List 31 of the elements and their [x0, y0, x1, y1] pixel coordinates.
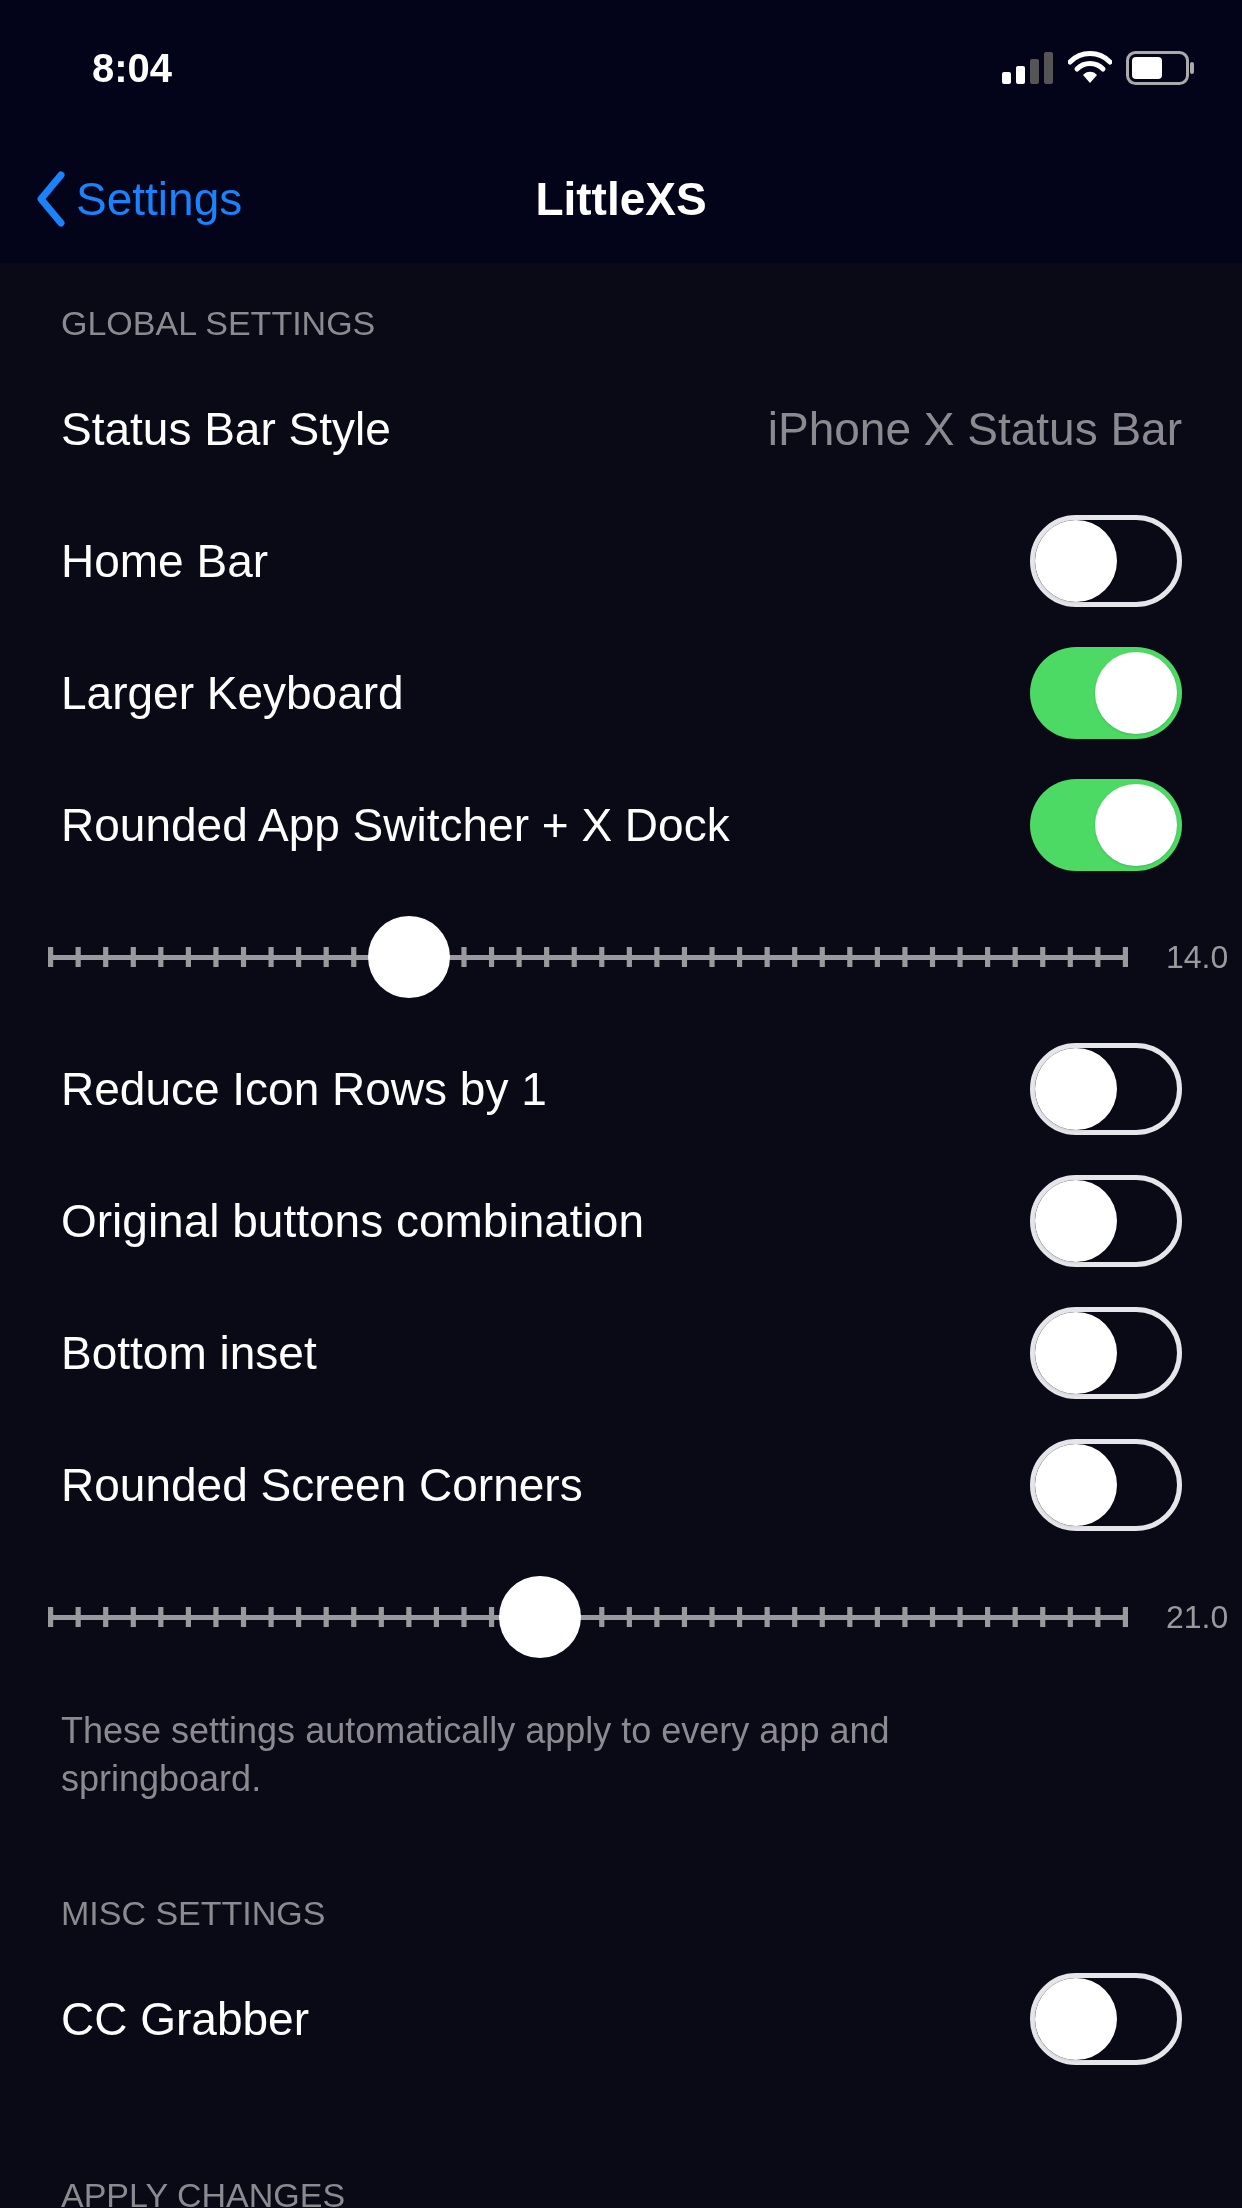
row-label: Larger Keyboard — [61, 665, 404, 721]
settings-row[interactable]: Status Bar Style iPhone X Status Bar — [0, 363, 1242, 495]
status-time: 8:04 — [92, 44, 173, 92]
row-label: Home Bar — [61, 533, 269, 589]
toggle-switch[interactable] — [1030, 515, 1182, 607]
battery-icon — [1126, 50, 1196, 85]
chevron-left-icon — [36, 171, 66, 227]
section-header: GLOBAL SETTINGS — [61, 303, 376, 344]
toggle-switch[interactable] — [1030, 1973, 1182, 2065]
row-label: Rounded Screen Corners — [61, 1457, 583, 1513]
wifi-icon — [1068, 50, 1112, 85]
slider-value: 14.0 — [1165, 938, 1230, 977]
section-header: APPLY CHANGES — [61, 2175, 346, 2208]
row-value: iPhone X Status Bar — [767, 401, 1182, 457]
row-label: Original buttons combination — [61, 1193, 644, 1249]
toggle-switch[interactable] — [1030, 1175, 1182, 1267]
slider[interactable] — [48, 916, 1128, 998]
section-footer: These settings automatically apply to every app and springboard. — [0, 1683, 1242, 1803]
slider-value: 21.0 — [1165, 1598, 1230, 1637]
back-button[interactable]: Settings — [0, 164, 243, 234]
page-title: LittleXS — [535, 171, 707, 227]
section-header: MISC SETTINGS — [61, 1893, 326, 1934]
row-label: Bottom inset — [61, 1325, 317, 1381]
toggle-switch[interactable] — [1030, 1043, 1182, 1135]
toggle-switch[interactable] — [1030, 1439, 1182, 1531]
slider[interactable] — [48, 1576, 1128, 1658]
row-label: Reduce Icon Rows by 1 — [61, 1061, 547, 1117]
row-label: CC Grabber — [61, 1991, 309, 2047]
toggle-switch[interactable] — [1030, 1307, 1182, 1399]
row-label: Rounded App Switcher + X Dock — [61, 797, 730, 853]
signal-icon — [1002, 51, 1054, 84]
